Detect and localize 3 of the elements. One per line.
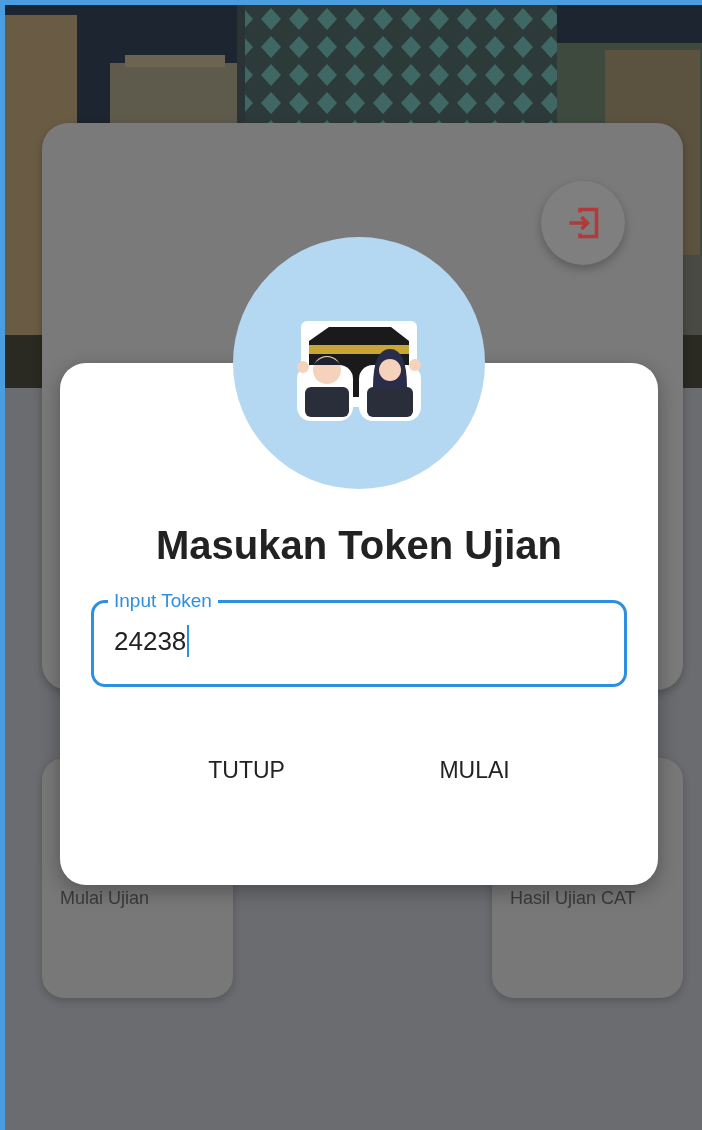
dialog-title: Masukan Token Ujian: [155, 523, 563, 568]
menu-label: Mulai Ujian: [60, 888, 150, 908]
menu-label: Hasil Ujian CAT: [510, 888, 636, 908]
